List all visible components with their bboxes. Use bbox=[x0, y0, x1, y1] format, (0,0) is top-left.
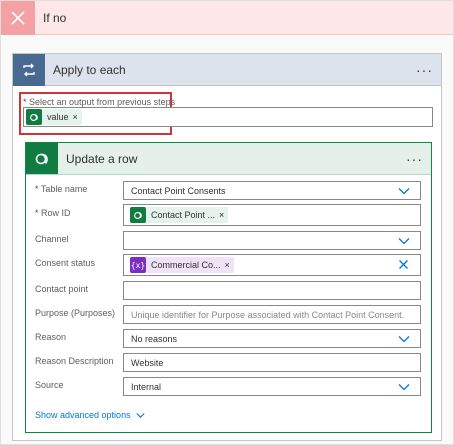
purpose-row: Purpose (Purposes) Unique identifier for… bbox=[26, 305, 431, 325]
source-value: Internal bbox=[131, 382, 162, 392]
row-id-label-text: Row ID bbox=[41, 208, 71, 218]
consent-status-label: Consent status bbox=[35, 258, 96, 268]
reason-description-label: Reason Description bbox=[35, 356, 114, 366]
reason-dropdown[interactable]: No reasons bbox=[123, 329, 421, 348]
update-a-row-card: Update a row ··· * Table name Contact Po… bbox=[25, 142, 432, 433]
show-advanced-options-link[interactable]: Show advanced options bbox=[35, 410, 145, 420]
if-no-branch-header[interactable]: If no bbox=[1, 0, 453, 35]
reason-description-row: Reason Description Website bbox=[26, 353, 431, 373]
dataverse-icon bbox=[26, 143, 58, 174]
update-a-row-title: Update a row bbox=[66, 151, 138, 166]
contact-point-label: Contact point bbox=[35, 284, 89, 294]
apply-to-each-card: Apply to each ··· * Select an output fro… bbox=[12, 53, 442, 441]
row-id-label: * Row ID bbox=[35, 208, 71, 218]
apply-to-each-title: Apply to each bbox=[53, 62, 126, 77]
chevron-down-icon bbox=[135, 412, 145, 418]
commercial-token[interactable]: {x} Commercial Co... × bbox=[130, 257, 234, 273]
channel-label: Channel bbox=[35, 234, 69, 244]
table-name-dropdown[interactable]: Contact Point Consents bbox=[123, 181, 421, 200]
clear-icon[interactable] bbox=[398, 259, 409, 270]
value-token-label: value bbox=[47, 112, 69, 122]
row-id-input[interactable]: Contact Point ... × bbox=[123, 204, 421, 226]
more-options-icon[interactable]: ··· bbox=[406, 152, 431, 166]
commercial-token-label: Commercial Co... bbox=[151, 260, 221, 270]
reason-row: Reason No reasons bbox=[26, 329, 431, 349]
consent-status-row: Consent status {x} Commercial Co... × bbox=[26, 254, 431, 276]
chevron-down-icon[interactable] bbox=[398, 334, 410, 344]
table-name-label-text: Table name bbox=[40, 184, 88, 194]
channel-row: Channel bbox=[26, 231, 431, 251]
apply-to-each-header[interactable]: Apply to each ··· bbox=[13, 53, 441, 86]
contact-point-input[interactable] bbox=[123, 281, 421, 300]
chevron-down-icon[interactable] bbox=[398, 186, 410, 196]
reason-description-value: Website bbox=[131, 358, 164, 368]
close-icon[interactable] bbox=[1, 0, 35, 35]
select-output-input[interactable]: value × bbox=[23, 107, 433, 127]
reason-label: Reason bbox=[35, 332, 67, 342]
contact-point-token[interactable]: Contact Point ... × bbox=[130, 207, 229, 223]
source-row: Source Internal bbox=[26, 377, 431, 397]
variable-icon: {x} bbox=[130, 257, 146, 273]
loop-icon bbox=[13, 53, 45, 86]
dataverse-icon bbox=[26, 109, 42, 125]
flow-canvas: If no Apply to each ··· * Select an outp… bbox=[0, 0, 454, 445]
table-name-label: * Table name bbox=[35, 184, 88, 194]
dataverse-icon bbox=[130, 207, 146, 223]
remove-token-icon[interactable]: × bbox=[73, 112, 82, 122]
purpose-placeholder: Unique identifier for Purpose associated… bbox=[131, 310, 405, 320]
channel-dropdown[interactable] bbox=[123, 231, 421, 250]
value-token[interactable]: value × bbox=[26, 109, 82, 125]
update-a-row-header[interactable]: Update a row ··· bbox=[26, 143, 431, 175]
select-output-label: * Select an output from previous steps bbox=[23, 97, 176, 107]
remove-token-icon[interactable]: × bbox=[219, 210, 228, 220]
reason-value: No reasons bbox=[131, 334, 178, 344]
reason-description-input[interactable]: Website bbox=[123, 353, 421, 372]
contact-point-token-label: Contact Point ... bbox=[151, 210, 216, 220]
consent-status-input[interactable]: {x} Commercial Co... × bbox=[123, 254, 421, 276]
purpose-label: Purpose (Purposes) bbox=[35, 308, 116, 318]
source-dropdown[interactable]: Internal bbox=[123, 377, 421, 396]
row-id-row: * Row ID Contact Point ... × bbox=[26, 204, 431, 226]
show-advanced-options-label: Show advanced options bbox=[35, 410, 131, 420]
chevron-down-icon[interactable] bbox=[398, 382, 410, 392]
source-label: Source bbox=[35, 380, 64, 390]
more-options-icon[interactable]: ··· bbox=[416, 63, 441, 77]
chevron-down-icon[interactable] bbox=[398, 236, 410, 246]
purpose-input[interactable]: Unique identifier for Purpose associated… bbox=[123, 305, 421, 324]
select-output-label-text: Select an output from previous steps bbox=[29, 97, 176, 107]
remove-token-icon[interactable]: × bbox=[225, 260, 234, 270]
branch-label: If no bbox=[43, 10, 67, 25]
contact-point-row: Contact point bbox=[26, 281, 431, 301]
table-name-value: Contact Point Consents bbox=[131, 186, 226, 196]
table-name-row: * Table name Contact Point Consents bbox=[26, 181, 431, 201]
